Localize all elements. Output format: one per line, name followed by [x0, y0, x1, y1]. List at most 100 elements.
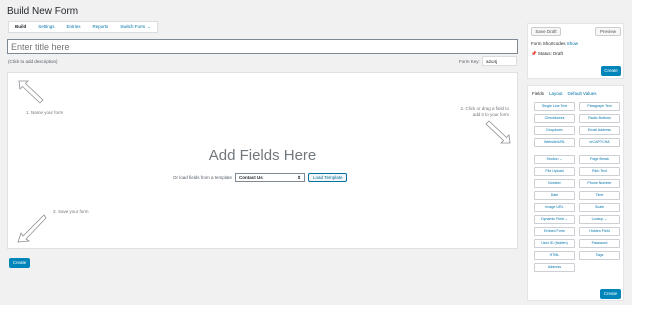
field-user-id-hidden-button[interactable]: User ID (hidden) — [534, 239, 575, 248]
field-label: Radio Buttons — [588, 116, 611, 120]
field-paragraph-text-button[interactable]: Paragraph Text — [579, 102, 620, 111]
field-label: Dropdown — [546, 128, 563, 132]
field-lookup-button[interactable]: Lookup ⌄ — [579, 215, 620, 224]
field-dropdown-button[interactable]: Dropdown — [534, 126, 575, 135]
field-rich-text-button[interactable]: Rich Text — [579, 167, 620, 176]
field-label: Section — [546, 157, 559, 161]
field-label: Checkboxes — [544, 116, 565, 120]
field-checkboxes-button[interactable]: Checkboxes — [534, 114, 575, 123]
switch-form-label: Switch Form — [120, 24, 146, 29]
field-hidden-field-button[interactable]: Hidden Field — [579, 227, 620, 236]
field-label: Time — [595, 193, 604, 197]
save-draft-button[interactable]: Save Draft — [531, 27, 561, 36]
step-2-hint: 2. Click or drag a field to add it to yo… — [428, 106, 509, 118]
field-label: Phone Number — [587, 181, 612, 185]
field-section-button[interactable]: Section ⌄ — [534, 155, 575, 164]
template-select[interactable]: Contact Us ⇕ — [235, 173, 306, 182]
tab-fields[interactable]: Fields — [532, 91, 544, 96]
arrow-up-left-icon — [18, 80, 44, 104]
field-recaptcha-button[interactable]: reCAPTCHA — [579, 138, 620, 147]
load-template-button[interactable]: Load Template — [308, 173, 348, 182]
field-single-line-text-button[interactable]: Single Line Text — [534, 102, 575, 111]
step-3-hint: 3. Save your form — [53, 209, 89, 214]
field-label: Address — [547, 265, 562, 269]
field-time-button[interactable]: Time — [579, 191, 620, 200]
form-key-label: Form Key: — [459, 59, 480, 64]
field-label: Hidden Field — [589, 229, 610, 233]
field-label: Page Break — [590, 157, 609, 161]
field-label: reCAPTCHA — [589, 140, 610, 144]
step-1-hint: 1. Name your form — [26, 110, 64, 115]
field-label: Scale — [595, 205, 604, 209]
preview-button[interactable]: Preview — [595, 27, 621, 36]
field-buttons: Single Line Text Paragraph Text Checkboxes… — [534, 102, 620, 272]
tab-default-values[interactable]: Default Values — [568, 91, 597, 96]
pin-icon: 📌 — [531, 51, 537, 56]
form-tabs: Build Settings Entries Reports Switch Fo… — [8, 21, 158, 33]
field-tags-button[interactable]: Tags — [579, 251, 620, 260]
chevron-down-icon: ⌄ — [563, 217, 568, 221]
add-fields-heading: Add Fields Here — [208, 147, 317, 164]
field-label: User ID (hidden) — [541, 241, 568, 245]
field-scale-button[interactable]: Scale — [579, 203, 620, 212]
select-arrows-icon: ⇕ — [297, 174, 302, 180]
add-description-link[interactable]: (Click to add description) — [8, 59, 58, 64]
form-key-input[interactable] — [482, 56, 517, 66]
field-html-button[interactable]: HTML — [534, 251, 575, 260]
field-group-divider — [534, 150, 620, 152]
field-label: Number — [548, 181, 561, 185]
field-phone-number-button[interactable]: Phone Number — [579, 179, 620, 188]
field-image-url-button[interactable]: Image URL — [534, 203, 575, 212]
template-selected-value: Contact Us — [239, 175, 263, 180]
status-row: 📌 Status: Draft — [531, 51, 563, 57]
field-label: HTML — [549, 253, 560, 257]
shortcodes-label: Form Shortcodes — [531, 41, 566, 46]
field-label: Website/URL — [543, 140, 566, 144]
shortcodes-row: Form Shortcodes Show — [531, 41, 578, 46]
field-embed-form-button[interactable]: Embed Form — [534, 227, 575, 236]
tab-build[interactable]: Build — [9, 22, 32, 32]
create-button-bottom[interactable]: Create — [9, 258, 30, 268]
create-button-sidebar[interactable]: Create — [600, 289, 621, 299]
field-website-url-button[interactable]: Website/URL — [534, 138, 575, 147]
field-number-button[interactable]: Number — [534, 179, 575, 188]
fields-panel: Fields Layout Default Values Single Line… — [527, 85, 624, 301]
field-label: Rich Text — [592, 169, 607, 173]
fields-panel-tabs: Fields Layout Default Values — [532, 91, 596, 96]
template-label: Or load fields from a template — [173, 175, 233, 180]
field-email-address-button[interactable]: Email Address — [579, 126, 620, 135]
field-address-button[interactable]: Address — [534, 263, 575, 272]
form-title-input[interactable] — [7, 39, 518, 54]
field-file-upload-button[interactable]: File Upload — [534, 167, 575, 176]
tab-layout[interactable]: Layout — [549, 91, 563, 96]
field-label: Lookup — [591, 217, 604, 221]
field-label: Single Line Text — [541, 104, 568, 108]
field-label: Dynamic Field — [541, 217, 564, 221]
field-label: Embed Form — [544, 229, 565, 233]
field-label: Image URL — [545, 205, 564, 209]
tab-settings[interactable]: Settings — [32, 22, 60, 32]
arrow-down-right-icon — [485, 120, 511, 144]
tab-switch-form[interactable]: Switch Form ⌄ — [114, 22, 156, 32]
field-label: Paragraph Text — [587, 104, 612, 108]
status-text: Status: Draft — [537, 51, 563, 56]
field-label: Tags — [595, 253, 604, 257]
publish-panel: Save Draft Preview Form Shortcodes Show … — [527, 23, 624, 79]
chevron-down-icon: ⌄ — [603, 217, 608, 221]
page-title: Build New Form — [7, 6, 79, 17]
tab-entries[interactable]: Entries — [61, 22, 87, 32]
field-dynamic-field-button[interactable]: Dynamic Field ⌄ — [534, 215, 575, 224]
tab-reports[interactable]: Reports — [87, 22, 115, 32]
field-password-button[interactable]: Password — [579, 239, 620, 248]
form-canvas[interactable]: 1. Name your form 2. Click or drag a fie… — [7, 72, 518, 249]
field-date-button[interactable]: Date — [534, 191, 575, 200]
arrow-down-left-icon — [17, 214, 47, 243]
field-radio-buttons-button[interactable]: Radio Buttons — [579, 114, 620, 123]
show-shortcodes-link[interactable]: Show — [567, 41, 578, 46]
create-button[interactable]: Create — [601, 66, 621, 76]
field-label: Email Address — [588, 128, 611, 132]
template-row: Or load fields from a template Contact U… — [173, 173, 348, 182]
field-label: File Upload — [545, 169, 564, 173]
field-page-break-button[interactable]: Page Break — [579, 155, 620, 164]
field-label: Password — [591, 241, 608, 245]
